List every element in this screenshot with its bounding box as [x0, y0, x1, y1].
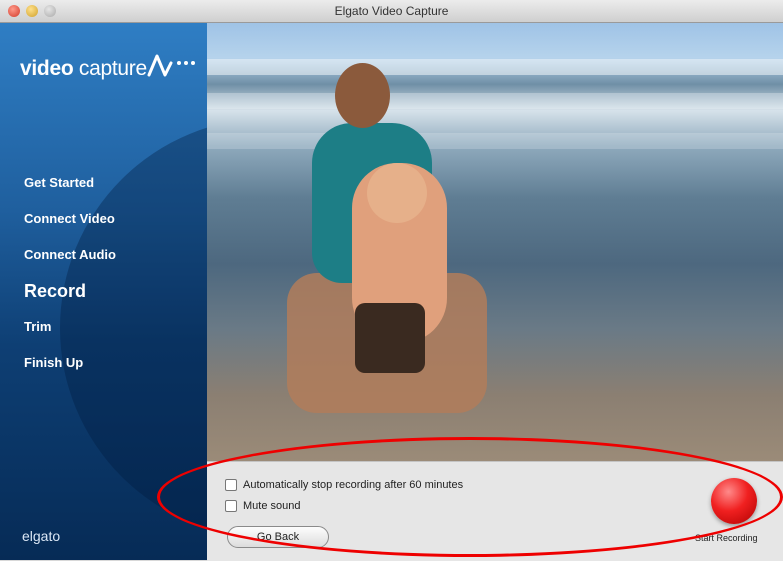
sidebar: video capture Get Started Connect Video …	[0, 23, 207, 560]
nav-item-finish-up[interactable]: Finish Up	[24, 355, 116, 391]
woman-head	[335, 63, 390, 128]
auto-stop-option[interactable]: Automatically stop recording after 60 mi…	[225, 479, 463, 491]
surf-band	[207, 93, 783, 109]
start-recording-button[interactable]	[711, 478, 757, 524]
logo-bold-text: video	[20, 57, 74, 80]
surf-band	[207, 59, 783, 75]
mute-sound-option[interactable]: Mute sound	[225, 500, 300, 512]
nav-item-connect-audio[interactable]: Connect Audio	[24, 247, 116, 283]
go-back-button[interactable]: Go Back	[227, 526, 329, 548]
baby-shorts	[355, 303, 425, 373]
mute-sound-checkbox[interactable]	[225, 500, 237, 512]
app-logo: video capture	[20, 57, 147, 81]
auto-stop-label: Automatically stop recording after 60 mi…	[243, 479, 464, 491]
nav-item-get-started[interactable]: Get Started	[24, 175, 116, 211]
start-recording-label: Start Recording	[695, 533, 758, 543]
steps-nav: Get Started Connect Video Connect Audio …	[24, 175, 116, 391]
nav-item-record[interactable]: Record	[24, 282, 116, 319]
surf-band	[207, 133, 783, 149]
recording-options-panel: Automatically stop recording after 60 mi…	[207, 461, 783, 561]
nav-item-connect-video[interactable]: Connect Video	[24, 211, 116, 247]
baby-head	[367, 163, 427, 223]
nav-item-trim[interactable]: Trim	[24, 319, 116, 355]
auto-stop-checkbox[interactable]	[225, 479, 237, 491]
logo-thin-text: capture	[73, 57, 147, 80]
title-bar: Elgato Video Capture	[0, 0, 783, 23]
mute-sound-label: Mute sound	[243, 500, 301, 512]
waveform-logo-icon	[147, 54, 195, 77]
video-preview	[207, 23, 783, 461]
window-title: Elgato Video Capture	[334, 4, 449, 18]
elgato-brand: elgato	[22, 528, 61, 544]
